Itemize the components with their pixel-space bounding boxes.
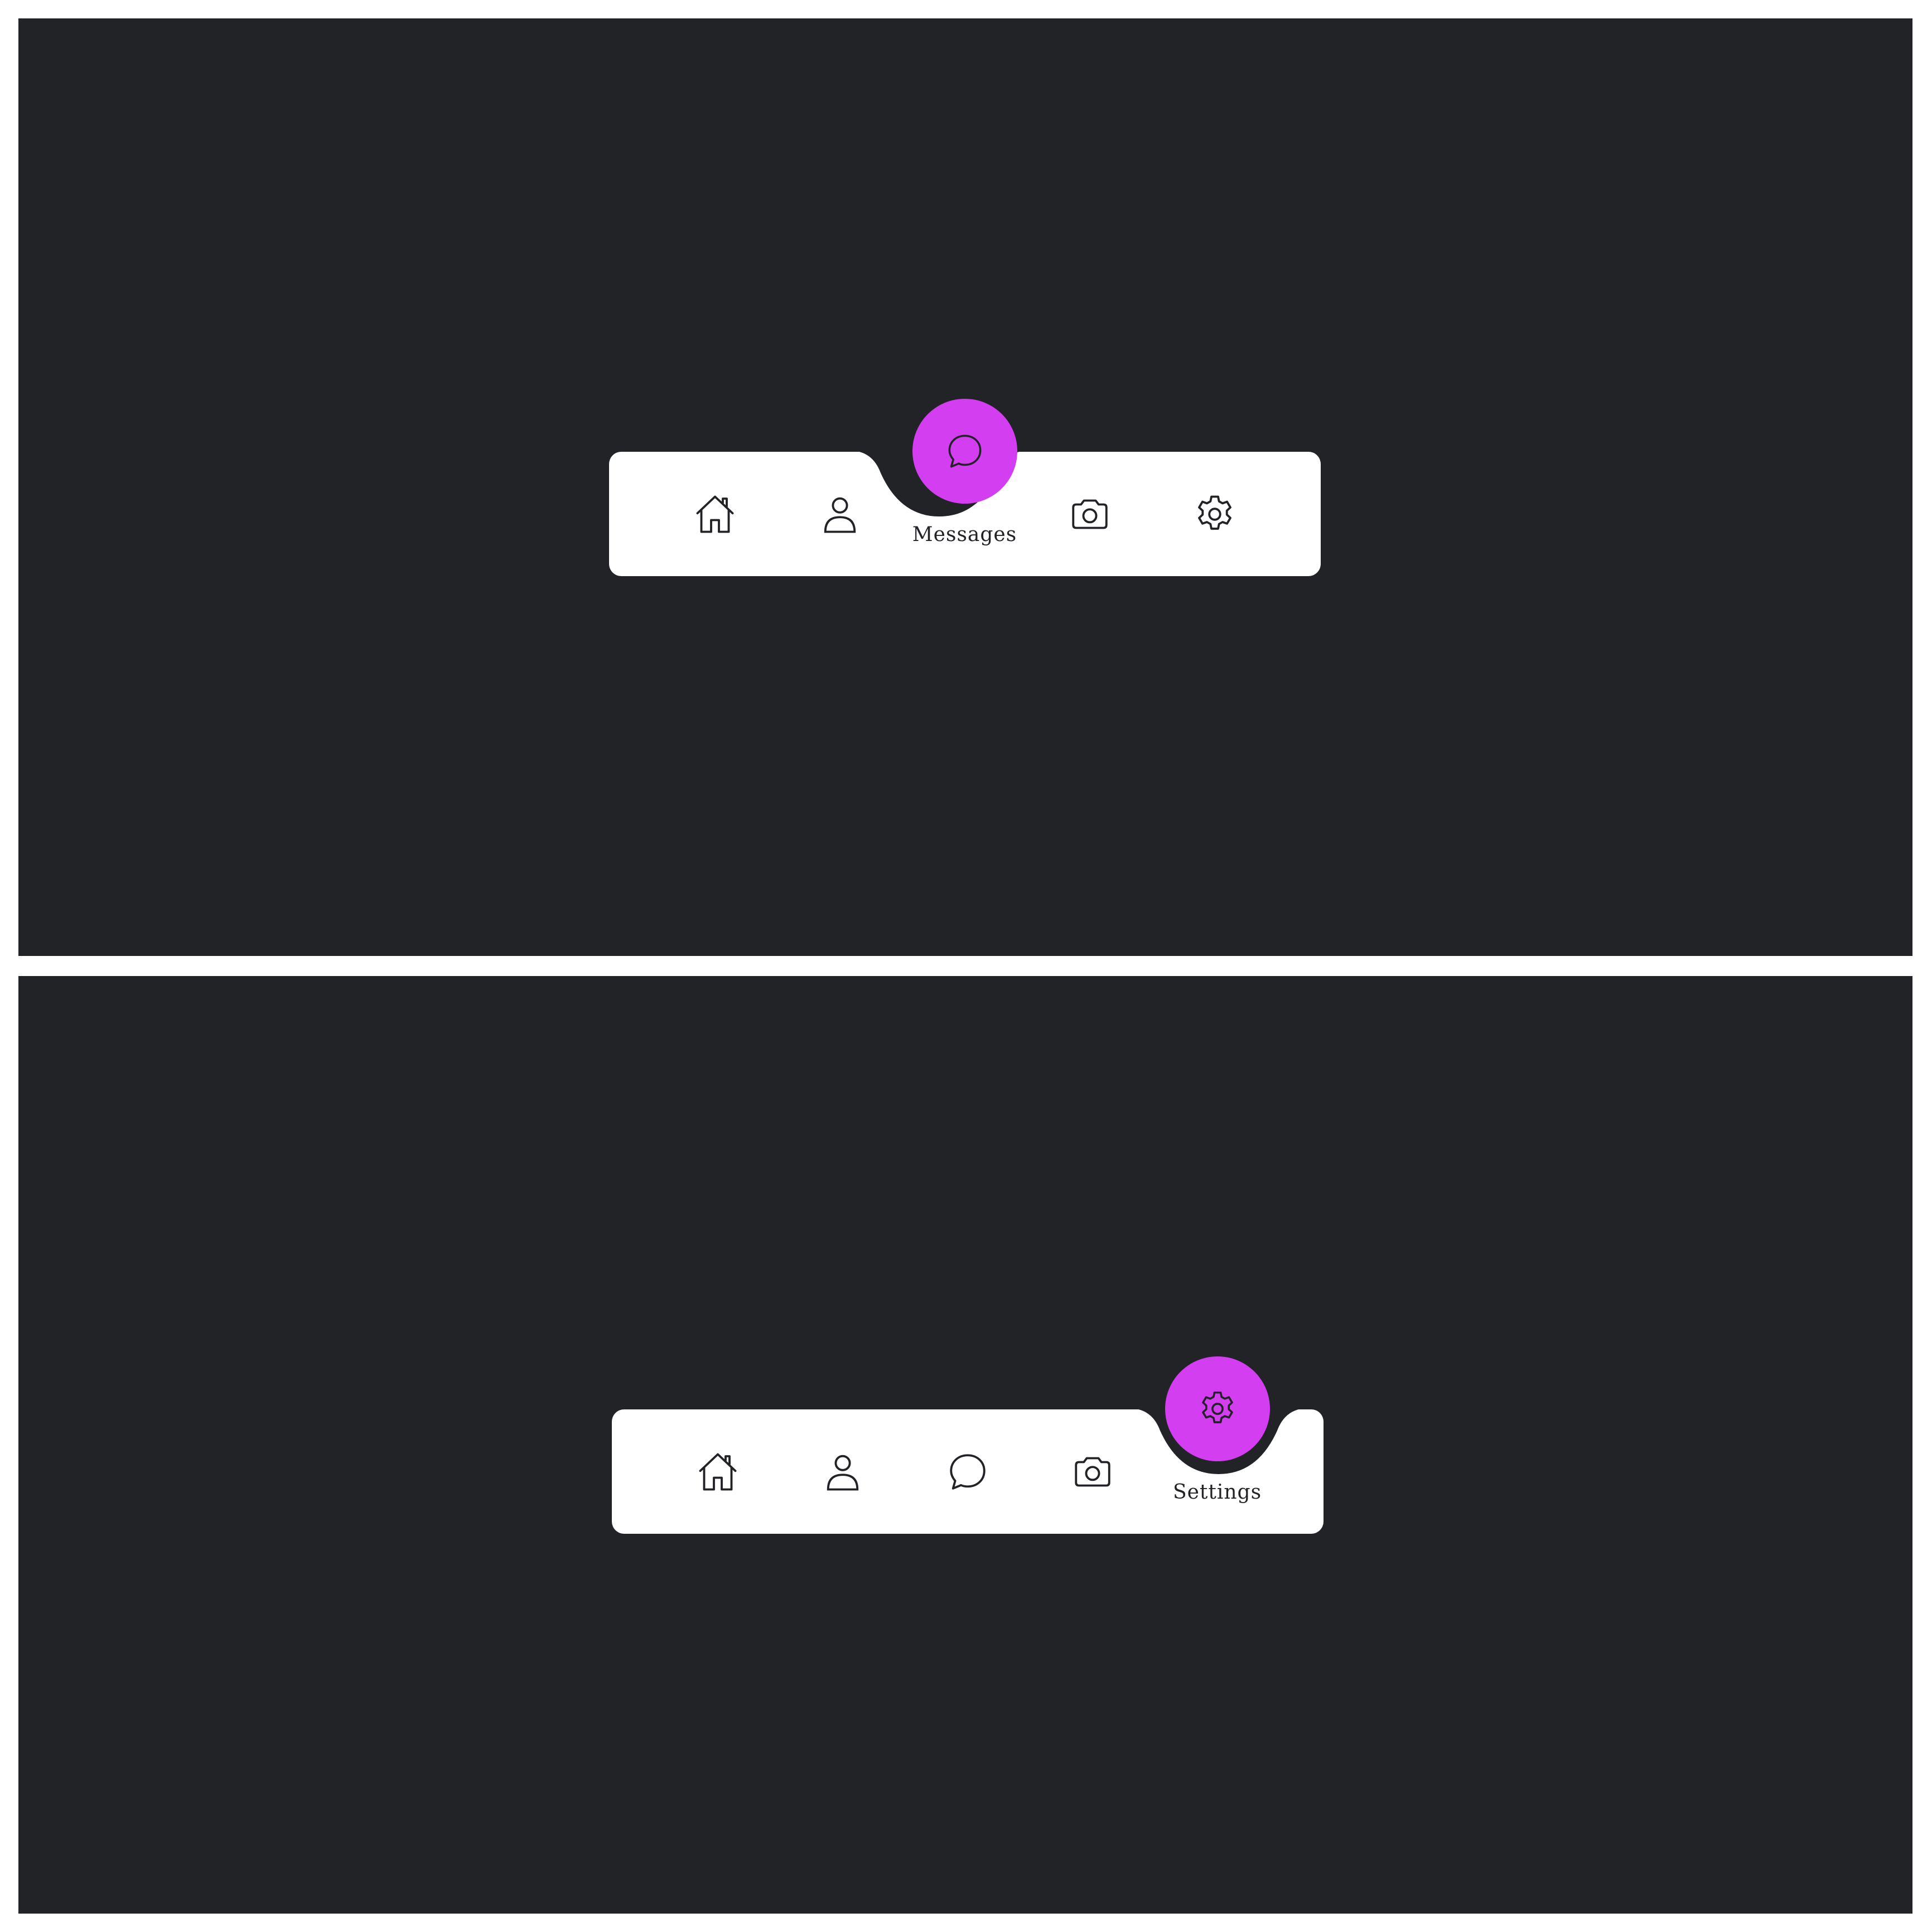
- chat-icon: [948, 434, 981, 468]
- bottom-navigation-bar: Messages: [609, 399, 1321, 576]
- screenshot-panel-messages-active: Messages: [18, 18, 1912, 956]
- active-indicator: [912, 399, 1017, 504]
- nav-item-profile[interactable]: [777, 452, 902, 576]
- nav-item-messages[interactable]: [905, 1409, 1030, 1534]
- screenshot-panel-settings-active: Settings: [18, 976, 1912, 1914]
- active-nav-label: Messages: [912, 523, 1017, 546]
- home-icon: [699, 1453, 736, 1490]
- nav-item-home[interactable]: [653, 452, 777, 576]
- chat-icon: [949, 1453, 986, 1490]
- nav-item-settings[interactable]: [1152, 452, 1277, 576]
- user-icon: [824, 497, 856, 533]
- nav-item-home[interactable]: [655, 1409, 780, 1534]
- bottom-navigation-bar: Settings: [612, 1356, 1364, 1534]
- nav-item-camera[interactable]: [1030, 1409, 1155, 1534]
- nav-item-messages[interactable]: Messages: [902, 399, 1027, 576]
- active-indicator: [1165, 1356, 1270, 1461]
- camera-icon: [1074, 1457, 1110, 1486]
- active-nav-label: Settings: [1172, 1481, 1262, 1504]
- home-icon: [696, 495, 733, 533]
- nav-item-camera[interactable]: [1027, 452, 1152, 576]
- nav-item-settings[interactable]: Settings: [1155, 1356, 1279, 1534]
- user-icon: [827, 1455, 858, 1490]
- camera-icon: [1071, 499, 1108, 529]
- gear-icon: [1201, 1391, 1233, 1423]
- gear-icon: [1197, 495, 1231, 530]
- nav-item-profile[interactable]: [780, 1409, 905, 1534]
